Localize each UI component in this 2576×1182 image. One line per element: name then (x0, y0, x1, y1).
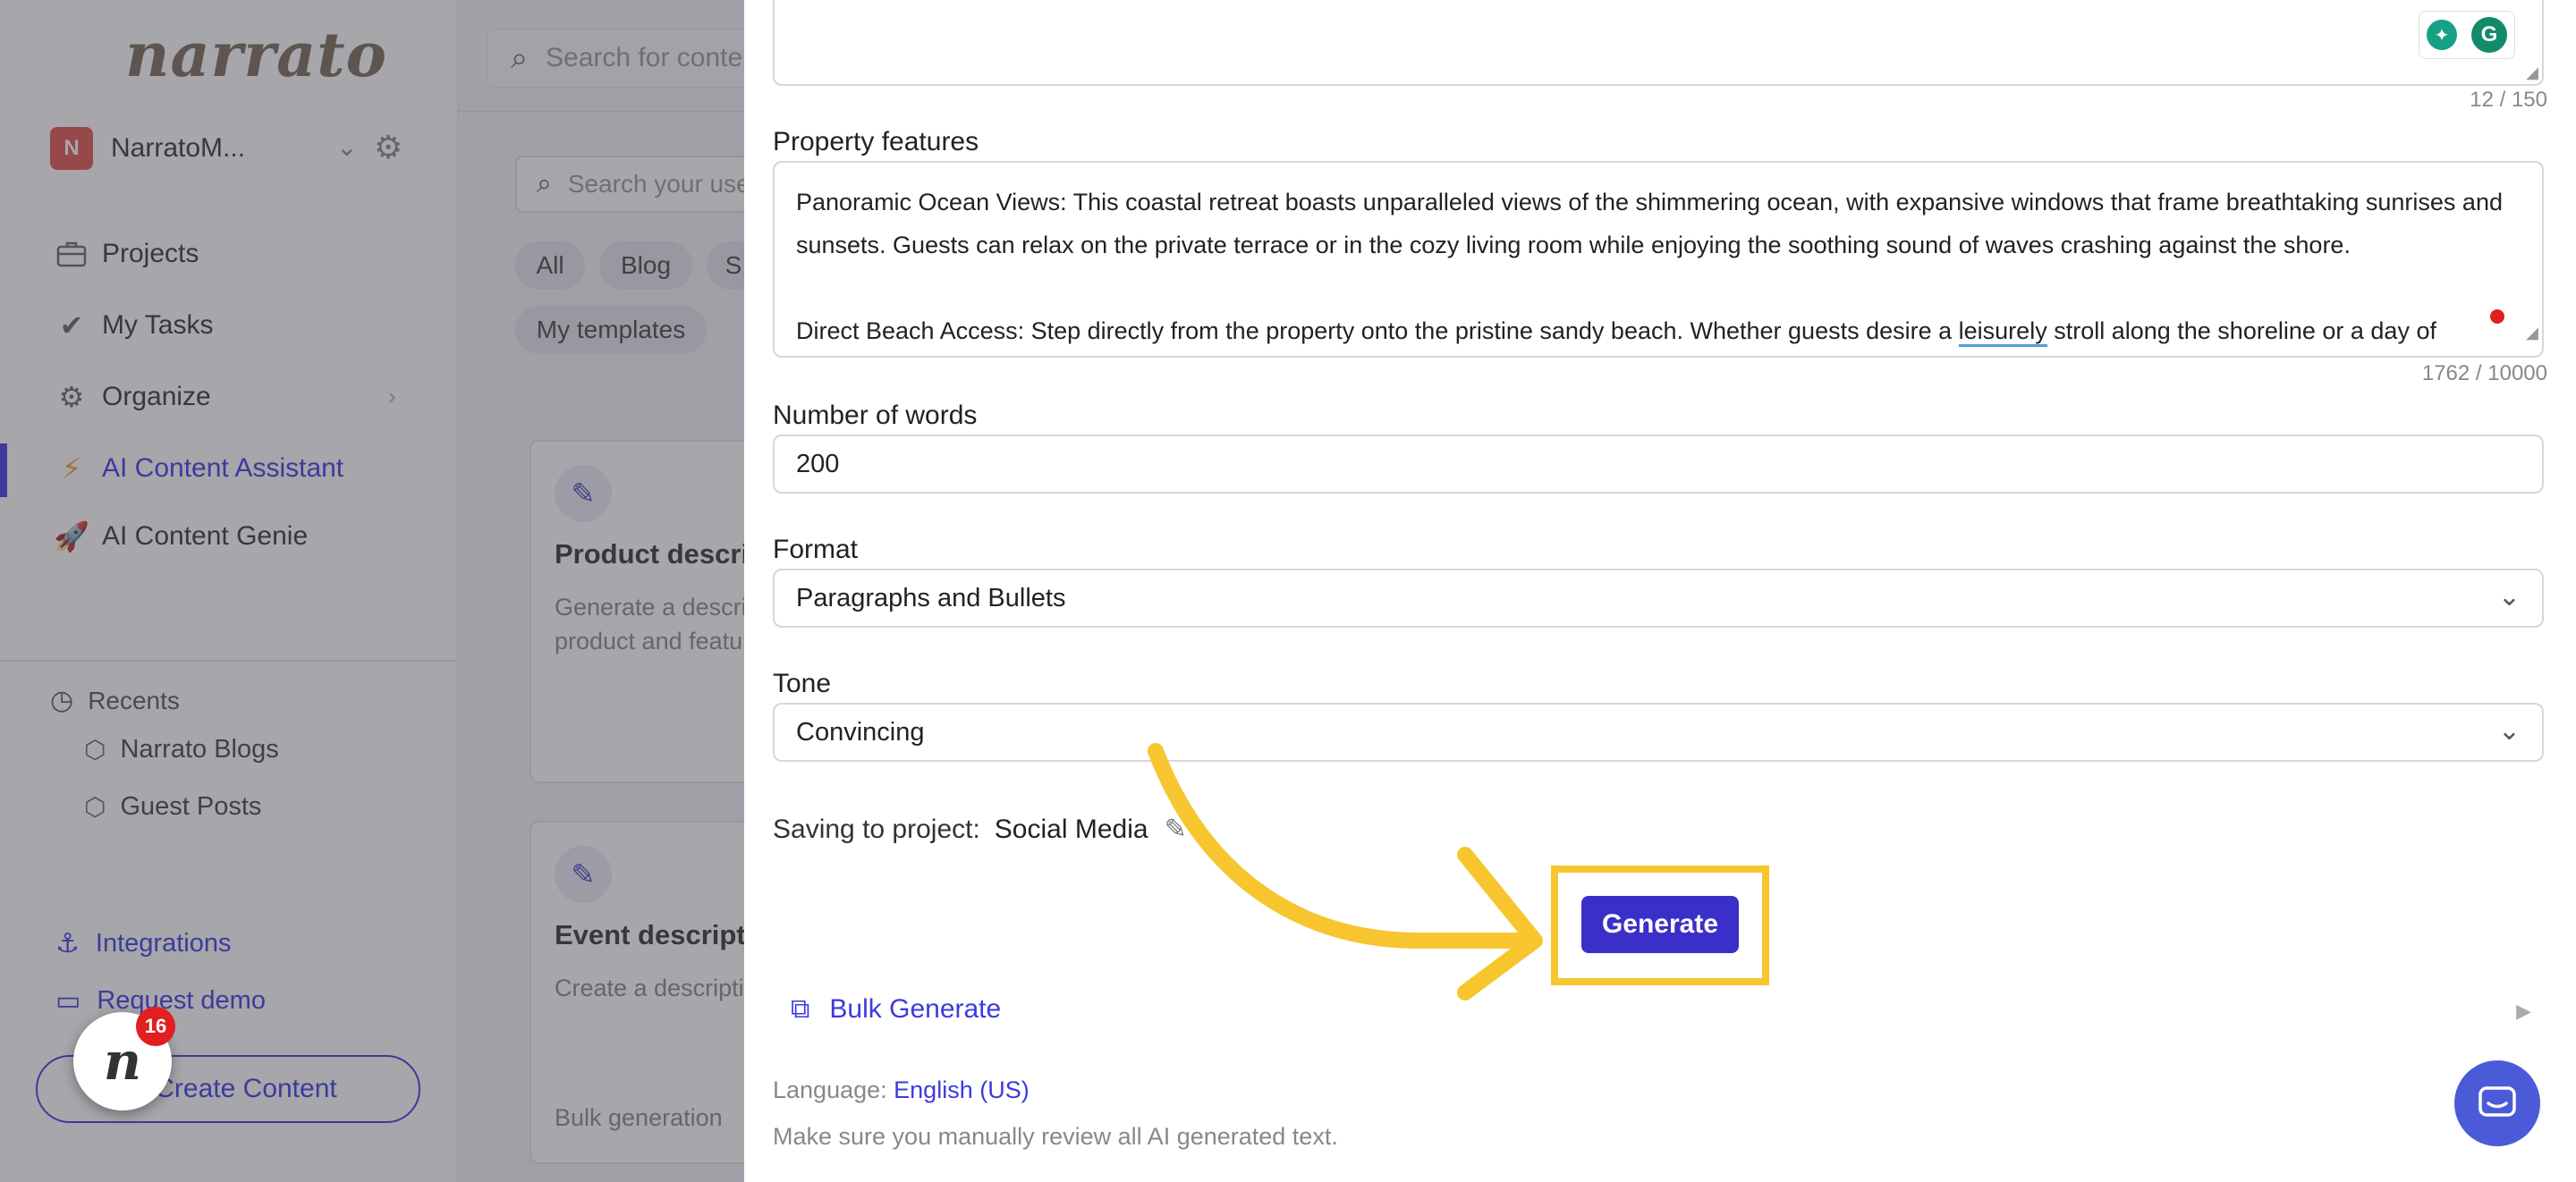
saving-to-project: Saving to project: Social Media ✎ (773, 814, 1187, 845)
property-features-label: Property features (773, 127, 979, 156)
format-label: Format (773, 535, 859, 564)
title-textarea[interactable]: ✦ G ◢ (773, 0, 2544, 86)
character-counter: 1762 / 10000 (2421, 361, 2547, 385)
grammarly-widget[interactable]: ✦ G (2419, 11, 2515, 59)
play-icon[interactable]: ▶ (2516, 1000, 2531, 1023)
bulb-icon: ✦ (2427, 20, 2457, 50)
tone-label: Tone (773, 669, 832, 698)
language-label: Language: (773, 1076, 887, 1103)
resize-handle-icon[interactable]: ◢ (2526, 311, 2538, 354)
tone-select[interactable]: Convincing ⌄ (773, 703, 2544, 762)
language-link[interactable]: English (US) (894, 1076, 1030, 1103)
grammarly-icon: G (2471, 17, 2507, 53)
character-counter: 12 / 150 (2470, 88, 2547, 112)
number-of-words-input[interactable]: 200 (773, 435, 2544, 494)
property-features-textarea[interactable]: Panoramic Ocean Views: This coastal retr… (773, 161, 2544, 358)
saving-label: Saving to project: (773, 814, 980, 844)
format-select[interactable]: Paragraphs and Bullets ⌄ (773, 569, 2544, 628)
error-indicator-icon[interactable] (2490, 309, 2504, 324)
tone-selected-value: Convincing (796, 717, 925, 747)
highlight-arrow-icon (1148, 743, 1543, 1000)
ai-form-panel: ✦ G ◢ 12 / 150 Property features Panoram… (744, 0, 2576, 1182)
number-of-words-label: Number of words (773, 401, 978, 430)
notification-badge: 16 (136, 1007, 175, 1046)
resize-handle-icon[interactable]: ◢ (2526, 63, 2538, 82)
project-name: Social Media (994, 814, 1148, 844)
language-info: Language: English (US) (773, 1076, 1030, 1104)
review-note: Make sure you manually review all AI gen… (773, 1123, 1338, 1150)
spelling-suggestion[interactable]: leisurely (1958, 317, 2047, 347)
format-selected-value: Paragraphs and Bullets (796, 583, 1066, 612)
generate-button[interactable]: Generate (1581, 896, 1739, 953)
modal-backdrop[interactable] (0, 0, 744, 1182)
property-paragraph: Direct Beach Access: Step directly from … (796, 309, 2521, 352)
bulk-generate-label: Bulk Generate (829, 994, 1002, 1024)
bulk-generate-button[interactable]: ⧉ Bulk Generate (791, 994, 1001, 1025)
property-paragraph: Panoramic Ocean Views: This coastal retr… (796, 189, 2503, 258)
copy-icon: ⧉ (791, 994, 810, 1024)
chevron-down-icon: ⌄ (2497, 716, 2521, 746)
chevron-down-icon: ⌄ (2497, 582, 2521, 612)
chat-support-icon[interactable] (2454, 1060, 2540, 1146)
